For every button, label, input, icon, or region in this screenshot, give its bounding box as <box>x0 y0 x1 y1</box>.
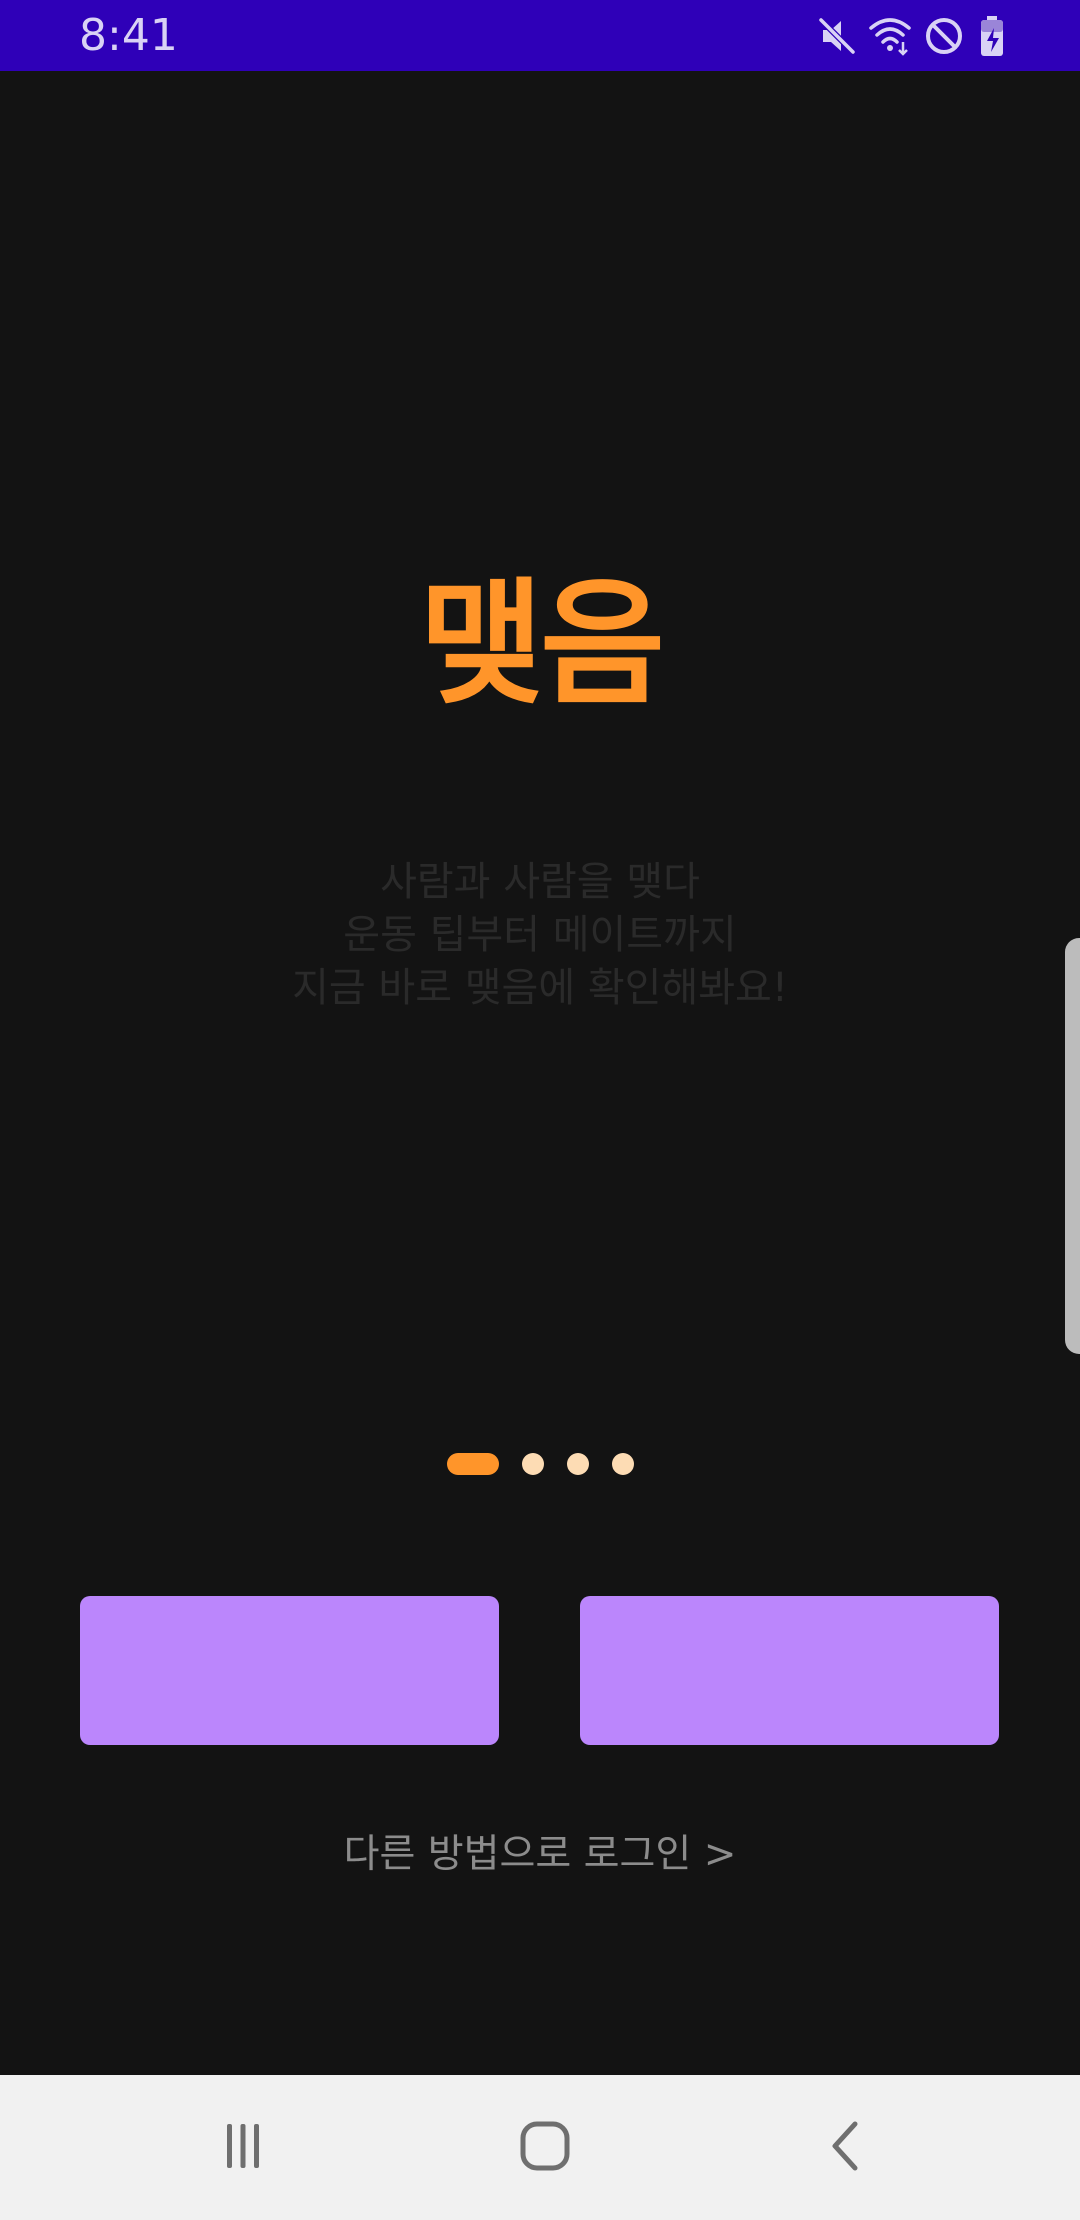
tagline-line: 운동 팁부터 메이트까지 <box>343 912 737 958</box>
tagline: 사람과 사람을 맺다 운동 팁부터 메이트까지 지금 바로 맺음에 확인해봐요! <box>0 856 1080 1015</box>
page-indicator <box>0 1453 1080 1475</box>
do-not-disturb-icon <box>922 14 966 58</box>
home-icon <box>515 2116 575 2180</box>
recent-apps-icon <box>213 2116 273 2180</box>
page-indicator-dot-active <box>447 1453 499 1475</box>
login-button-right[interactable] <box>580 1596 999 1745</box>
mute-icon <box>815 14 859 58</box>
battery-charging-icon <box>972 14 1016 58</box>
page-indicator-dot <box>612 1453 634 1475</box>
back-button[interactable] <box>797 2101 897 2195</box>
tagline-line: 사람과 사람을 맺다 <box>380 859 700 905</box>
status-time: 8:41 <box>79 10 178 61</box>
login-button-left[interactable] <box>80 1596 499 1745</box>
back-icon <box>817 2116 877 2180</box>
page-indicator-dot <box>522 1453 544 1475</box>
status-bar: 8:41 <box>0 0 1080 71</box>
navigation-bar <box>0 2075 1080 2220</box>
other-login-link[interactable]: 다른 방법으로 로그인 > <box>0 1830 1080 1880</box>
edge-panel-handle[interactable] <box>1065 938 1080 1354</box>
page-indicator-dot <box>567 1453 589 1475</box>
recent-apps-button[interactable] <box>193 2101 293 2195</box>
home-button[interactable] <box>495 2101 595 2195</box>
app-logo: 맺음 <box>418 566 665 724</box>
tagline-line: 지금 바로 맺음에 확인해봐요! <box>292 965 788 1011</box>
wifi-icon <box>868 14 912 58</box>
app-screen: 8:41 맺음 사람과 사람을 맺다 운동 팁부터 메이트까지 지금 바로 맺음… <box>0 0 1080 2220</box>
